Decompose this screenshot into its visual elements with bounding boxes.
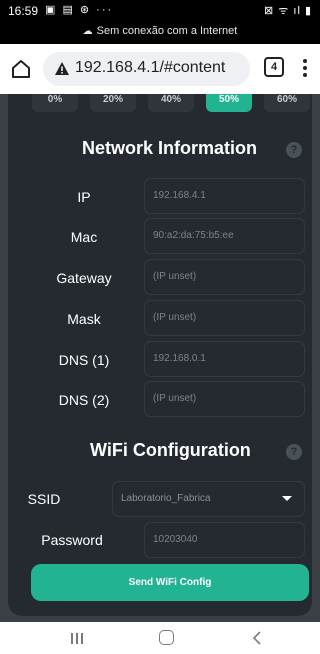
mask-field[interactable]: (IP unset) [144, 300, 305, 336]
percent-button-0[interactable]: 0% [32, 94, 78, 112]
ssid-selected-value: Laboratorio_Fabrica [121, 493, 211, 504]
ip-label: IP [77, 189, 91, 205]
ssid-label: SSID [27, 491, 61, 507]
percent-button-20[interactable]: 20% [90, 94, 136, 112]
status-time: 16:59 [8, 4, 39, 18]
dns2-label: DNS (2) [58, 392, 110, 408]
warning-icon[interactable] [54, 61, 70, 77]
wifi-help-icon[interactable]: ? [286, 444, 302, 460]
browser-toolbar: 192.168.4.1/#content 4 [0, 44, 320, 94]
notification-icons: ▣ ▤ ⊛ ··· [45, 4, 114, 16]
system-status-icons: ⊠ ᯤ ıl ▮ [264, 5, 312, 17]
offline-text: Sem conexão com a Internet [96, 25, 238, 37]
percent-selector: 0% 20% 40% 50% 60% [0, 94, 320, 114]
wifi-config-title: WiFi Configuration [90, 440, 251, 460]
ssid-select[interactable]: Laboratorio_Fabrica [112, 481, 305, 517]
dns1-label: DNS (1) [58, 352, 110, 368]
settings-card: ? Network Information IP 192.168.4.1 Mac… [8, 94, 312, 616]
cloud-off-icon: ☁ [82, 26, 93, 37]
send-wifi-config-button[interactable]: Send WiFi Config [31, 564, 309, 601]
chevron-down-icon [282, 496, 292, 501]
offline-banner: ☁ Sem conexão com a Internet [0, 25, 320, 37]
percent-button-50[interactable]: 50% [206, 94, 252, 112]
mac-label: Mac [70, 229, 98, 245]
address-bar[interactable]: 192.168.4.1/#content [43, 52, 250, 86]
recents-icon[interactable] [70, 631, 84, 645]
more-menu-icon[interactable] [299, 57, 311, 81]
home-nav-icon[interactable] [159, 630, 174, 645]
network-info-title: Network Information [82, 138, 258, 158]
password-field[interactable]: 10203040 [144, 522, 305, 558]
status-bar: 16:59 ▣ ▤ ⊛ ··· ⊠ ᯤ ıl ▮ ☁ Sem conexão co… [0, 0, 320, 44]
back-icon[interactable] [250, 630, 264, 646]
home-icon[interactable] [10, 58, 32, 80]
dns2-field[interactable]: (IP unset) [144, 381, 305, 417]
mac-field[interactable]: 90:a2:da:75:b5:ee [144, 218, 305, 254]
password-label: Password [41, 532, 103, 548]
system-nav-bar [0, 622, 320, 654]
percent-button-60[interactable]: 60% [264, 94, 310, 112]
ip-field[interactable]: 192.168.4.1 [144, 178, 305, 214]
dns1-field[interactable]: 192.168.0.1 [144, 341, 305, 377]
gateway-label: Gateway [56, 270, 112, 286]
network-help-icon[interactable]: ? [286, 142, 302, 158]
gateway-field[interactable]: (IP unset) [144, 259, 305, 295]
mask-label: Mask [67, 311, 101, 327]
percent-button-40[interactable]: 40% [148, 94, 194, 112]
tab-switcher-button[interactable]: 4 [264, 57, 284, 77]
url-text[interactable]: 192.168.4.1/#content [75, 59, 225, 77]
app-content: ? Network Information IP 192.168.4.1 Mac… [0, 94, 320, 622]
